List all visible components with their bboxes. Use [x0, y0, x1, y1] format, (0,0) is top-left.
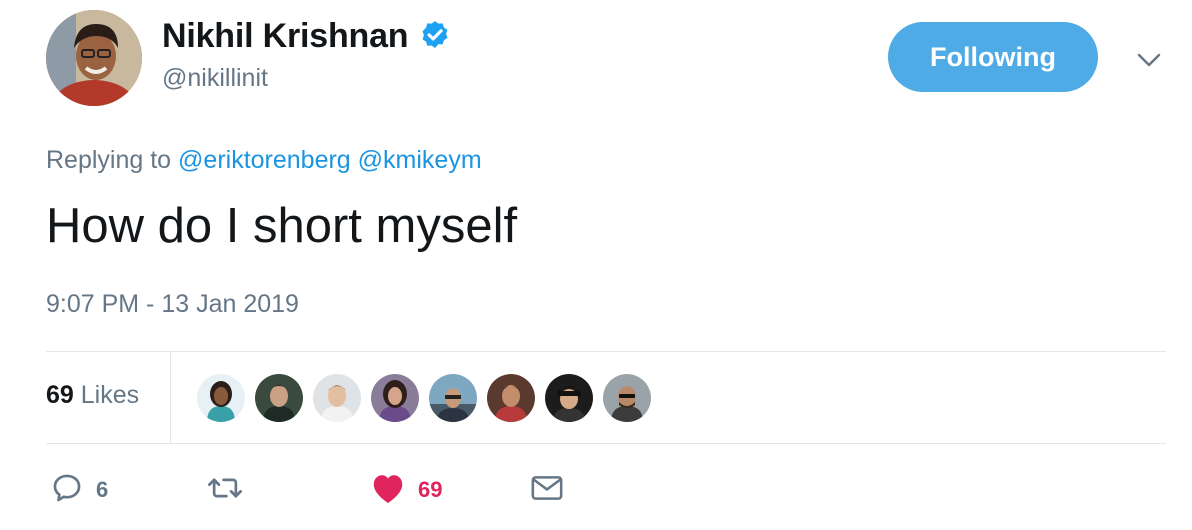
reply-context: Replying to @eriktorenberg @kmikeym — [46, 146, 482, 175]
tweet-timestamp[interactable]: 9:07 PM - 13 Jan 2019 — [46, 290, 299, 319]
mention-link[interactable]: @kmikeym — [358, 146, 482, 174]
like-count: 69 — [418, 477, 443, 502]
liker-avatar[interactable] — [197, 374, 245, 422]
reply-icon — [50, 471, 84, 510]
liker-avatars — [197, 374, 661, 422]
author-display-name[interactable]: Nikhil Krishnan — [162, 17, 409, 56]
author-avatar-image — [46, 10, 142, 106]
stats-divider-bottom — [46, 443, 1166, 444]
envelope-icon — [530, 473, 564, 508]
chevron-down-icon[interactable] — [1134, 48, 1164, 72]
likes-stat[interactable]: 69 Likes — [46, 381, 139, 410]
tweet-card: Nikhil Krishnan @nikillinit Following Re… — [0, 0, 1192, 530]
tweet-text: How do I short myself — [46, 199, 518, 253]
mention-link[interactable]: @eriktorenberg — [178, 146, 351, 174]
likes-count: 69 — [46, 381, 74, 409]
reply-prefix: Replying to — [46, 146, 172, 174]
following-button[interactable]: Following — [888, 22, 1098, 92]
likes-label: Likes — [80, 381, 140, 409]
liker-avatar[interactable] — [603, 374, 651, 422]
retweet-icon — [206, 471, 244, 510]
author-avatar[interactable] — [46, 10, 142, 106]
reply-button[interactable]: 6 — [50, 470, 108, 510]
like-button[interactable]: 69 — [370, 470, 442, 510]
retweet-button[interactable] — [206, 470, 256, 510]
liker-avatar[interactable] — [487, 374, 535, 422]
heart-icon — [370, 471, 406, 510]
liker-avatar[interactable] — [545, 374, 593, 422]
stats-vertical-divider — [170, 352, 171, 443]
verified-badge-icon — [418, 19, 452, 53]
liker-avatar[interactable] — [371, 374, 419, 422]
reply-count: 6 — [96, 477, 109, 502]
direct-message-button[interactable] — [530, 470, 564, 510]
author-username[interactable]: @nikillinit — [162, 64, 268, 93]
liker-avatar[interactable] — [255, 374, 303, 422]
liker-avatar[interactable] — [429, 374, 477, 422]
author-name-row[interactable]: Nikhil Krishnan — [162, 14, 452, 58]
liker-avatar[interactable] — [313, 374, 361, 422]
stats-divider-top — [46, 351, 1166, 352]
